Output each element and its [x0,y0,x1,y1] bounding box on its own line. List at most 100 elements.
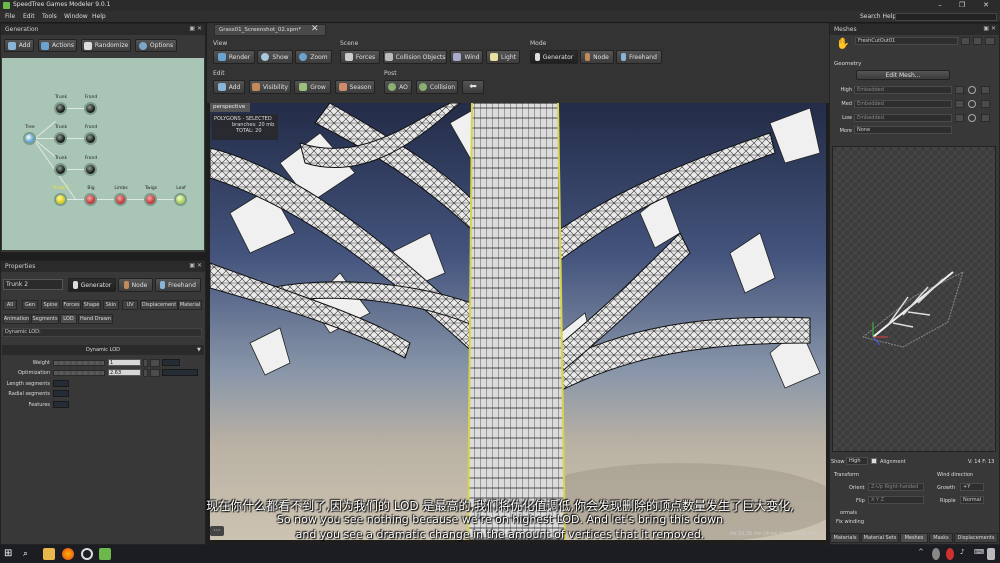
zoom-button[interactable]: Zoom [295,50,332,64]
menu-edit[interactable]: Edit [23,13,35,20]
menu-file[interactable]: File [5,13,15,20]
twigs-node[interactable] [144,193,157,206]
freehand-mode-button[interactable]: Freehand [616,50,662,64]
lod-high-field[interactable]: Embedded [854,86,952,94]
tray-chevron-icon[interactable]: ^ [918,548,926,560]
actions-button[interactable]: Actions [38,39,77,52]
close-window-button[interactable]: ✕ [976,0,996,11]
firefox-icon[interactable] [62,548,74,560]
lod-low-field[interactable]: Embedded [854,114,952,122]
lod-med-field[interactable]: Embedded [854,100,952,108]
lod-med-refresh-icon[interactable] [968,100,976,108]
lod-high-refresh-icon[interactable] [968,86,976,94]
growth-select[interactable]: +Y [960,483,984,491]
weight-curve[interactable] [162,359,180,366]
tab-material[interactable]: Material [178,300,202,310]
trunk-node-1[interactable] [54,102,67,115]
trunk-node-2[interactable] [54,132,67,145]
panel-controls-icon[interactable]: ▣ ✕ [189,262,202,269]
tree-root-node[interactable] [23,132,36,145]
weight-options-icon[interactable] [150,359,160,367]
generation-graph[interactable]: Tree Trunk Frond Trunk Frond Trunk Frond… [2,58,204,250]
frond-node-2[interactable] [84,132,97,145]
tab-segments[interactable]: Segments [31,314,59,324]
optimization-options-icon[interactable] [150,369,160,377]
hand-icon[interactable]: ✋ [836,37,850,50]
collapse-arrow-icon[interactable]: ▼ [197,347,201,353]
lod-low-browse-icon[interactable] [955,114,964,122]
dynamic-lod-filter[interactable]: Dynamic LOD: [2,328,202,337]
wind-button[interactable]: Wind [450,50,483,64]
tab-lod[interactable]: LOD [60,314,77,324]
weight-spin-icon[interactable] [143,359,148,367]
trunk-node-3[interactable] [54,163,67,176]
edit-mesh-button[interactable]: Edit Mesh... [856,70,950,80]
more-select[interactable]: None [854,126,952,134]
frond-node-3[interactable] [84,163,97,176]
minimize-button[interactable]: – [930,0,950,11]
light-button[interactable]: Light [486,50,520,64]
lod-high-clear-icon[interactable] [981,86,990,94]
randomize-button[interactable]: Randomize [81,39,131,52]
leaf-node[interactable] [174,193,187,206]
mesh-delete-icon[interactable] [985,37,995,45]
notification-icon[interactable] [987,548,995,560]
3d-viewport[interactable]: perspective POLYGONS - SELECTED branches… [210,103,826,540]
optimization-curve[interactable] [162,369,198,376]
selected-node-field[interactable]: Trunk 2 [3,279,63,290]
trunk2-node[interactable] [54,193,67,206]
node-mode-button[interactable]: Node [580,50,614,64]
alignment-checkbox[interactable] [871,458,877,464]
visibility-button[interactable]: Visibility [249,80,291,94]
ao-button[interactable]: AO [384,80,412,94]
render-button[interactable]: Render [213,50,255,64]
collision-objects-button[interactable]: Collision Objects [383,50,447,64]
tab-animation[interactable]: Animation [3,314,30,324]
maximize-button[interactable]: ❐ [952,0,972,11]
orient-select[interactable]: Z-Up Right-handed [868,483,924,491]
file-explorer-icon[interactable] [43,548,55,560]
menu-help[interactable]: Help [92,13,106,20]
tray-network-icon[interactable] [932,548,940,560]
tab-gen[interactable]: Gen [22,300,38,310]
back-arrow-button[interactable]: ⬅ [462,80,484,94]
forces-button[interactable]: Forces [340,50,380,64]
generator-mode-button[interactable]: Generator [530,50,578,64]
windows-start-icon[interactable]: ⊞ [4,548,16,560]
optimization-spin-icon[interactable] [143,369,148,377]
mesh-name-select[interactable]: FreshCutOut01 [855,37,958,45]
big-node[interactable] [84,193,97,206]
search-help-input[interactable] [895,13,997,21]
panel-controls-icon[interactable]: ▣ ✕ [189,25,202,32]
prop-freehand-mode[interactable]: Freehand [155,278,201,292]
options-button[interactable]: Options [135,39,177,52]
obs-icon[interactable] [81,548,93,560]
tray-keyboard-icon[interactable]: ⌨ [974,548,984,560]
season-button[interactable]: Season [335,80,375,94]
tray-volume-icon[interactable]: ♪ [960,548,968,560]
camera-label[interactable]: perspective [210,103,250,112]
collision-button[interactable]: Collision [416,80,458,94]
prop-generator-mode[interactable]: Generator [68,278,116,292]
weight-value[interactable]: 1 [108,359,141,366]
length-segments-value[interactable] [53,380,69,387]
prop-node-mode[interactable]: Node [118,278,153,292]
tab-all[interactable]: All [3,300,17,310]
tab-hand-drawn[interactable]: Hand Drawn [78,314,113,324]
show-select[interactable]: High [846,457,868,465]
dynamic-lod-group-header[interactable]: Dynamic LOD [2,345,204,355]
weight-slider[interactable] [53,360,105,366]
tab-skin[interactable]: Skin [103,300,119,310]
frond-node-1[interactable] [84,102,97,115]
menu-window[interactable]: Window [64,13,88,20]
tab-displacement[interactable]: Displacement [140,300,178,310]
tray-app-icon[interactable] [946,548,954,560]
tab-forces[interactable]: Forces [62,300,81,310]
optimization-slider[interactable] [53,370,105,376]
edit-add-button[interactable]: Add [213,80,245,94]
panel-controls-icon[interactable]: ▣ ✕ [983,25,996,32]
tab-spine[interactable]: Spine [41,300,60,310]
lod-high-browse-icon[interactable] [955,86,964,94]
lod-med-clear-icon[interactable] [981,100,990,108]
features-value[interactable] [53,401,69,408]
